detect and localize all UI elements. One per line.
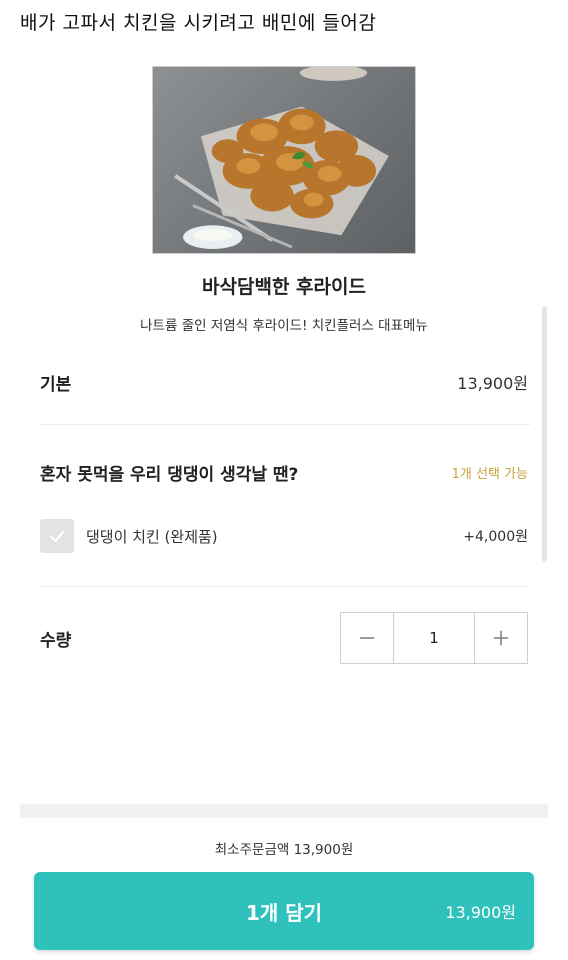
quantity-row: 수량 1 xyxy=(40,612,528,664)
option-left: 댕댕이 치킨 (완제품) xyxy=(40,519,218,553)
scrollbar[interactable] xyxy=(542,306,547,562)
quantity-label: 수량 xyxy=(40,630,72,651)
divider xyxy=(40,586,530,587)
menu-title: 바삭담백한 후라이드 xyxy=(202,276,366,298)
base-price: 13,900원 xyxy=(457,374,528,393)
option-item-dog-chicken[interactable]: 댕댕이 치킨 (완제품) +4,000원 xyxy=(40,518,528,554)
option-group-hint: 1개 선택 가능 xyxy=(451,466,528,482)
menu-description: 나트륨 줄인 저염식 후라이드! 치킨플러스 대표메뉴 xyxy=(140,318,428,334)
menu-photo xyxy=(152,66,416,254)
quantity-value: 1 xyxy=(393,613,475,663)
divider xyxy=(40,424,530,425)
option-label: 댕댕이 치킨 (완제품) xyxy=(86,527,218,546)
plus-icon xyxy=(493,630,509,646)
check-icon xyxy=(49,530,65,543)
add-to-cart-button[interactable]: 1개 담기 13,900원 xyxy=(34,872,534,950)
option-group-header: 혼자 못먹을 우리 댕댕이 생각날 땐? 1개 선택 가능 xyxy=(40,456,528,488)
fried-chicken-image xyxy=(174,67,389,250)
section-separator xyxy=(20,804,548,818)
option-checkbox[interactable] xyxy=(40,519,74,553)
add-to-cart-price: 13,900원 xyxy=(445,903,516,922)
minimum-order-amount: 최소주문금액 13,900원 xyxy=(214,842,354,858)
increase-button[interactable] xyxy=(475,613,527,663)
decrease-button[interactable] xyxy=(341,613,393,663)
add-to-cart-label: 1개 담기 xyxy=(245,900,323,925)
base-price-row: 기본 13,900원 xyxy=(40,366,528,398)
screenshot-caption: 배가 고파서 치킨을 시키려고 배민에 들어감 xyxy=(20,12,377,34)
option-price: +4,000원 xyxy=(463,529,528,545)
minus-icon xyxy=(359,637,375,639)
option-group-title: 혼자 못먹을 우리 댕댕이 생각날 땐? xyxy=(40,464,299,485)
quantity-stepper: 1 xyxy=(340,612,528,664)
base-label: 기본 xyxy=(40,374,72,395)
